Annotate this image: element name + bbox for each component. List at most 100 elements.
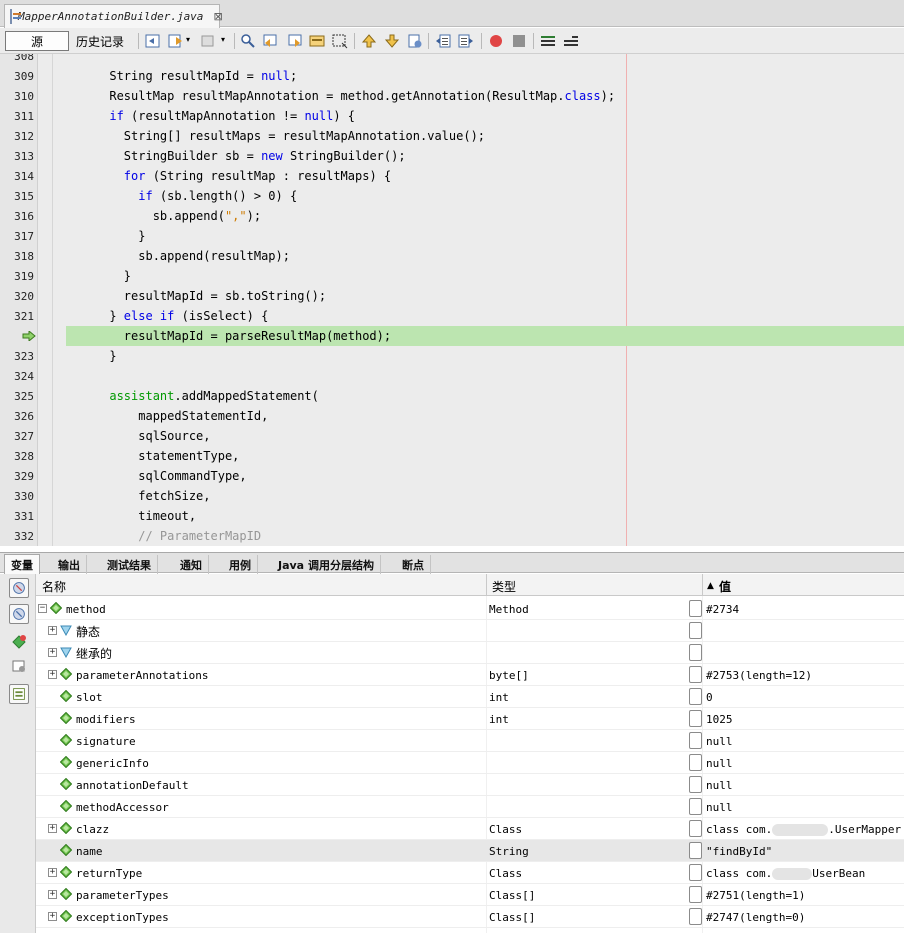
code-line[interactable]: 313 StringBuilder sb = new StringBuilder… [0, 146, 904, 166]
find-icon[interactable] [240, 33, 256, 49]
last-edit-icon[interactable] [145, 33, 161, 49]
panel-tab[interactable]: 用例 [223, 555, 258, 574]
edit-value-button[interactable] [689, 842, 702, 859]
panel-tab[interactable]: 变量 [4, 554, 40, 574]
toggle-highlight-icon[interactable] [309, 33, 325, 49]
expand-icon[interactable]: + [48, 626, 57, 635]
edit-value-button[interactable] [689, 886, 702, 903]
variable-value[interactable]: null [706, 735, 733, 748]
previous-bookmark-icon[interactable] [361, 33, 377, 49]
current-line[interactable]: resultMapId = parseResultMap(method); [0, 326, 904, 346]
expand-icon[interactable]: + [48, 912, 57, 921]
variable-value[interactable]: #2747(length=0) [706, 911, 805, 924]
expand-icon[interactable]: + [48, 890, 57, 899]
code-line[interactable]: 314 for (String resultMap : resultMaps) … [0, 166, 904, 186]
variable-row[interactable]: + 静态 [36, 620, 904, 642]
find-next-icon[interactable] [286, 33, 302, 49]
edit-value-button[interactable] [689, 644, 702, 661]
expand-icon[interactable]: + [48, 648, 57, 657]
editor-tab[interactable]: MapperAnnotationBuilder.java ⊠ [4, 4, 223, 28]
toggle-bookmark-icon[interactable] [407, 33, 423, 49]
variable-value[interactable]: null [706, 801, 733, 814]
panel-tab[interactable]: Java 调用分层结构 [272, 555, 381, 574]
panel-tab[interactable]: 测试结果 [101, 555, 158, 574]
code-line[interactable]: 326 mappedStatementId, [0, 406, 904, 426]
edit-value-button[interactable] [689, 710, 702, 727]
code-line[interactable]: 315 if (sb.length() > 0) { [0, 186, 904, 206]
variable-row[interactable]: − method Method #2734 [36, 598, 904, 620]
column-header-name[interactable]: 名称 [42, 578, 66, 595]
code-line[interactable]: 311 if (resultMapAnnotation != null) { [0, 106, 904, 126]
history-view-button[interactable]: 历史记录 [76, 31, 124, 51]
back-icon[interactable] [168, 33, 184, 49]
variable-value[interactable]: #2734 [706, 603, 739, 616]
shift-line-right-icon[interactable] [458, 33, 474, 49]
edit-value-button[interactable] [689, 622, 702, 639]
panel-tab[interactable]: 通知 [174, 555, 209, 574]
stop-macro-recording-icon[interactable] [511, 33, 527, 49]
code-line[interactable]: 330 fetchSize, [0, 486, 904, 506]
variable-row[interactable]: methodAccessor null [36, 796, 904, 818]
code-line[interactable]: 325 assistant.addMappedStatement( [0, 386, 904, 406]
toggle-rectangular-selection-icon[interactable] [332, 33, 348, 49]
variable-value[interactable]: #2753(length=12) [706, 669, 812, 682]
code-line[interactable]: 309 String resultMapId = null; [0, 66, 904, 86]
variable-row[interactable]: slot int 0 [36, 686, 904, 708]
shift-line-left-icon[interactable] [435, 33, 451, 49]
code-editor[interactable]: 308 309 String resultMapId = null; 310 Res… [0, 54, 904, 546]
close-tab-icon[interactable]: ⊠ [213, 10, 222, 23]
variable-row[interactable]: + parameterAnnotations byte[] #2753(length=… [36, 664, 904, 686]
column-header-type[interactable]: 类型 [492, 578, 516, 595]
variable-row[interactable]: name String "findById" [36, 840, 904, 862]
start-macro-recording-icon[interactable] [488, 33, 504, 49]
variable-row[interactable]: genericInfo null [36, 752, 904, 774]
sort-ascending-icon[interactable]: ▲ [707, 581, 714, 591]
edit-value-button[interactable] [689, 666, 702, 683]
variable-value[interactable]: class com. UserBean [706, 867, 865, 880]
code-line[interactable]: 331 timeout, [0, 506, 904, 526]
edit-value-button[interactable] [689, 600, 702, 617]
collapse-icon[interactable]: − [38, 604, 47, 613]
edit-value-button[interactable] [689, 776, 702, 793]
comment-icon[interactable] [540, 33, 556, 49]
variable-value[interactable]: #2751(length=1) [706, 889, 805, 902]
code-line[interactable]: 320 resultMapId = sb.toString(); [0, 286, 904, 306]
expand-icon[interactable]: + [48, 670, 57, 679]
code-line[interactable]: 324 [0, 366, 904, 386]
edit-value-button[interactable] [689, 732, 702, 749]
column-header-value[interactable]: 值 [719, 578, 731, 595]
filter-icon[interactable] [9, 578, 29, 598]
code-line[interactable]: 321 } else if (isSelect) { [0, 306, 904, 326]
expand-icon[interactable]: + [48, 824, 57, 833]
variable-row[interactable]: modifiers int 1025 [36, 708, 904, 730]
variable-value[interactable]: null [706, 779, 733, 792]
variable-row[interactable]: + 继承的 [36, 642, 904, 664]
variable-row[interactable]: signature null [36, 730, 904, 752]
variable-value[interactable]: class com. .UserMapper [706, 823, 901, 836]
column-divider[interactable] [486, 574, 487, 596]
edit-value-button[interactable] [689, 908, 702, 925]
code-line[interactable]: 312 String[] resultMaps = resultMapAnnot… [0, 126, 904, 146]
new-watch-icon[interactable] [11, 634, 27, 650]
code-line[interactable]: 310 ResultMap resultMapAnnotation = meth… [0, 86, 904, 106]
variable-row[interactable]: annotationDefault null [36, 774, 904, 796]
edit-value-button[interactable] [689, 820, 702, 837]
code-line[interactable]: 318 sb.append(resultMap); [0, 246, 904, 266]
code-line[interactable]: 316 sb.append(","); [0, 206, 904, 226]
edit-value-button[interactable] [689, 798, 702, 815]
variable-value[interactable]: "findById" [706, 845, 772, 858]
expand-icon[interactable]: + [48, 868, 57, 877]
edit-value-button[interactable] [689, 688, 702, 705]
code-line[interactable]: 308 [0, 54, 904, 66]
next-bookmark-icon[interactable] [384, 33, 400, 49]
show-classes-icon[interactable] [9, 684, 29, 704]
variable-value[interactable]: 0 [706, 691, 713, 704]
code-line[interactable]: 327 sqlSource, [0, 426, 904, 446]
code-line[interactable]: 332 // ParameterMapID [0, 526, 904, 546]
edit-value-button[interactable] [689, 754, 702, 771]
code-line[interactable]: 329 sqlCommandType, [0, 466, 904, 486]
source-view-button[interactable]: 源 [5, 31, 69, 51]
show-static-icon[interactable] [9, 604, 29, 624]
code-line[interactable]: 317 } [0, 226, 904, 246]
variable-value[interactable]: null [706, 757, 733, 770]
